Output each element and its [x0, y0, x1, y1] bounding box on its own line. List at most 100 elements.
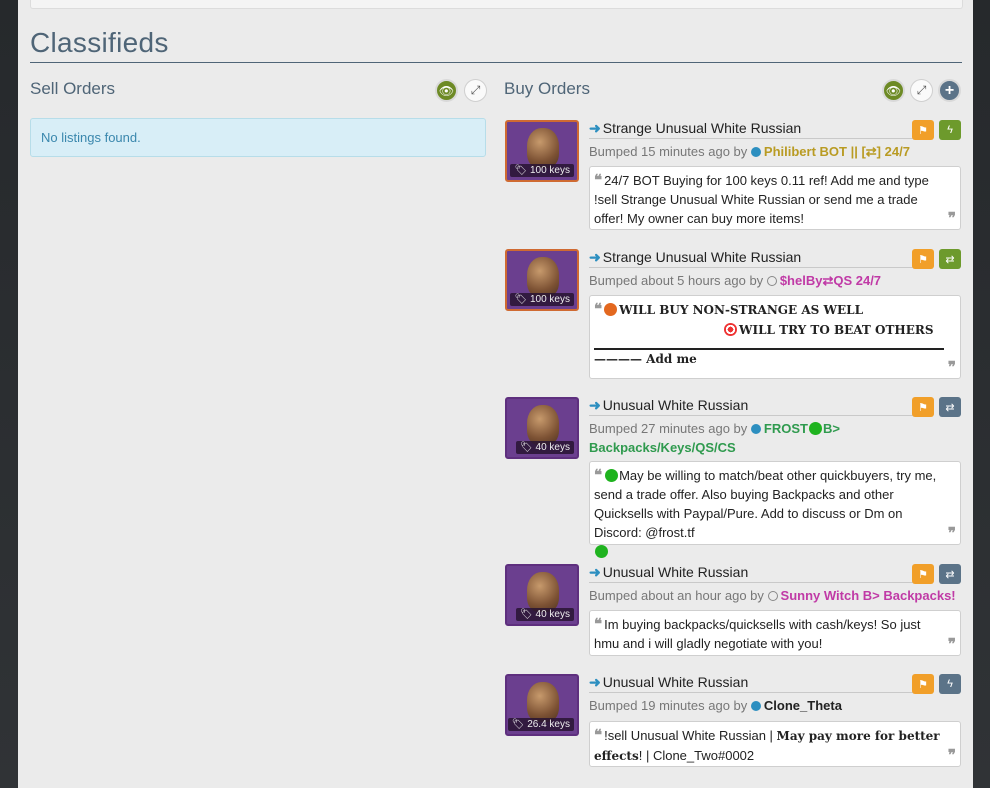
user-link[interactable]: Philibert BOT || [⇄] 24/7 [764, 144, 910, 159]
flag-icon: ⚑ [918, 678, 928, 691]
green-circle-icon [595, 545, 608, 558]
flag-icon: ⚑ [918, 401, 928, 414]
price-tag: 🏷 40 keys [516, 441, 574, 454]
green-circle-icon [808, 422, 822, 435]
expand-icon: ⤢ [916, 83, 927, 97]
item-thumbnail[interactable]: 🏷 40 keys [505, 397, 579, 459]
listing-item: 🏷 40 keys ➜ Unusual White Russian ⚑ ⇄ Bum… [505, 397, 962, 558]
add-buy-order-button[interactable]: + [938, 79, 961, 102]
listing-comment: ❝ Im buying backpacks/quicksells with cas… [589, 610, 961, 656]
quote-close-icon: ❞ [947, 210, 956, 227]
item-image [527, 405, 559, 445]
report-button[interactable]: ⚑ [912, 249, 934, 269]
flag-icon: ⚑ [918, 124, 928, 137]
user-link[interactable]: Clone_Theta [764, 698, 842, 713]
report-button[interactable]: ⚑ [912, 120, 934, 140]
quote-open-icon: ❝ [594, 467, 603, 484]
quote-open-icon: ❝ [594, 616, 603, 633]
bumped-info: Bumped about 5 hours ago by $helBy⇄QS 24… [589, 273, 882, 288]
listing-title[interactable]: ➜ Unusual White Russian [589, 564, 748, 581]
trade-button[interactable]: ⇄ [939, 397, 961, 417]
offline-dot-icon [767, 591, 778, 601]
quote-close-icon: ❞ [947, 525, 956, 542]
buy-orders-heading: Buy Orders [504, 79, 590, 98]
listing-comment: ❝ 24/7 BOT Buying for 100 keys 0.11 ref! … [589, 166, 961, 230]
report-button[interactable]: ⚑ [912, 397, 934, 417]
listing-divider [589, 267, 929, 268]
listing-item: 🏷 100 keys ➜ Strange Unusual White Russia… [505, 120, 962, 232]
arrow-left-icon: ➜ [589, 120, 601, 136]
item-thumbnail[interactable]: 🏷 100 keys [505, 120, 579, 182]
bolt-icon: ϟ [947, 678, 953, 690]
offline-dot-icon [766, 276, 777, 286]
bumped-info: Bumped 27 minutes ago by FROST B> Backpack… [589, 421, 840, 455]
exchange-icon: ⇄ [945, 253, 955, 266]
exchange-icon: ⇄ [945, 401, 955, 414]
item-thumbnail[interactable]: 🏷 26.4 keys [505, 674, 579, 736]
listing-comment: ❝ WILL BUY NON-STRANGE AS WELL WILL TRY T… [589, 295, 961, 379]
quote-open-icon: ❝ [594, 172, 603, 189]
arrow-left-icon: ➜ [589, 674, 601, 690]
instant-trade-button[interactable]: ϟ [939, 120, 961, 140]
plus-icon: + [944, 81, 955, 99]
bumped-info: Bumped about an hour ago by Sunny Witch … [589, 588, 956, 603]
pumpkin-icon [604, 303, 618, 316]
listing-comment: ❝ !sell Unusual White Russian | May pay m… [589, 721, 961, 767]
hide-buy-orders-button[interactable]: 👁 [882, 79, 905, 102]
listing-divider [589, 582, 929, 583]
item-thumbnail[interactable]: 🏷 100 keys [505, 249, 579, 311]
trade-button[interactable]: ⇄ [939, 249, 961, 269]
trade-button[interactable]: ⇄ [939, 564, 961, 584]
green-circle-icon [605, 469, 619, 482]
top-box [30, 0, 963, 9]
listing-item: 🏷 40 keys ➜ Unusual White Russian ⚑ ⇄ Bum… [505, 564, 962, 656]
listing-title[interactable]: ➜ Strange Unusual White Russian [589, 249, 801, 266]
user-link[interactable]: Sunny Witch B> Backpacks! [781, 588, 956, 603]
item-image [527, 682, 559, 722]
item-image [527, 572, 559, 612]
item-thumbnail[interactable]: 🏷 40 keys [505, 564, 579, 626]
expand-sell-orders-button[interactable]: ⤢ [464, 79, 487, 102]
quote-open-icon: ❝ [594, 301, 603, 318]
instant-trade-button[interactable]: ϟ [939, 674, 961, 694]
arrow-left-icon: ➜ [589, 397, 601, 413]
title-divider [30, 62, 962, 63]
expand-buy-orders-button[interactable]: ⤢ [910, 79, 933, 102]
listing-title[interactable]: ➜ Unusual White Russian [589, 674, 748, 691]
quote-close-icon: ❞ [947, 636, 956, 653]
item-image [527, 257, 559, 297]
eye-slash-icon: 👁 [438, 83, 455, 98]
listing-divider [589, 138, 929, 139]
bolt-icon: ϟ [947, 124, 953, 136]
bumped-info: Bumped 15 minutes ago by Philibert BOT |… [589, 144, 910, 159]
listing-item: 🏷 26.4 keys ➜ Unusual White Russian ⚑ ϟ B… [505, 674, 962, 768]
exchange-icon: ⇄ [945, 568, 955, 581]
listing-item: 🏷 100 keys ➜ Strange Unusual White Russia… [505, 249, 962, 379]
flag-icon: ⚑ [918, 568, 928, 581]
listing-title[interactable]: ➜ Strange Unusual White Russian [589, 120, 801, 137]
report-button[interactable]: ⚑ [912, 674, 934, 694]
bumped-info: Bumped 19 minutes ago by Clone_Theta [589, 698, 842, 713]
online-dot-icon [750, 424, 761, 434]
online-dot-icon [750, 701, 761, 711]
price-tag: 🏷 26.4 keys [507, 718, 574, 731]
quote-close-icon: ❞ [947, 359, 956, 376]
listing-title[interactable]: ➜ Unusual White Russian [589, 397, 748, 414]
listing-divider [589, 415, 929, 416]
quote-close-icon: ❞ [947, 747, 956, 764]
page-title: Classifieds [30, 27, 169, 58]
eye-slash-icon: 👁 [885, 83, 902, 98]
price-tag: 🏷 40 keys [516, 608, 574, 621]
report-button[interactable]: ⚑ [912, 564, 934, 584]
listing-comment: ❝ May be willing to match/beat other quic… [589, 461, 961, 558]
target-icon [724, 323, 737, 336]
expand-icon: ⤢ [470, 83, 481, 97]
hide-sell-orders-button[interactable]: 👁 [435, 79, 458, 102]
quote-open-icon: ❝ [594, 727, 603, 744]
price-tag: 🏷 100 keys [510, 293, 574, 306]
content-panel: Classifieds Sell Orders 👁 ⤢ No listings … [18, 0, 973, 788]
user-link[interactable]: $helBy⇄QS 24/7 [780, 273, 881, 288]
flag-icon: ⚑ [918, 253, 928, 266]
price-tag: 🏷 100 keys [510, 164, 574, 177]
sell-orders-heading: Sell Orders [30, 79, 116, 98]
